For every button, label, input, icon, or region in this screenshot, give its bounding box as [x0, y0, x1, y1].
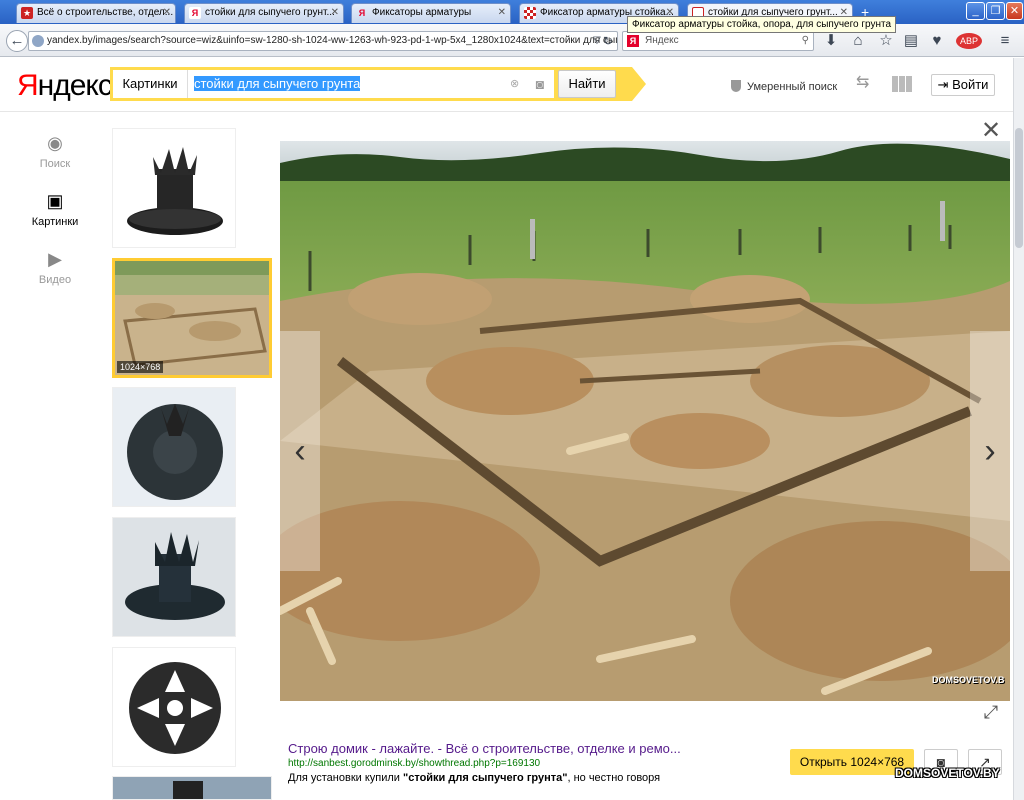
shield-icon: [731, 80, 741, 92]
nav-label: Видео: [38, 274, 72, 286]
snippet-prefix: Для установки купили: [288, 772, 403, 784]
tab-tooltip: Фиксатор арматуры стойка, опора, для сып…: [627, 16, 897, 33]
thumbnail-spacer-stand-2[interactable]: [112, 517, 236, 637]
url-text: yandex.by/images/search?source=wiz&uinfo…: [47, 35, 618, 46]
camera-icon[interactable]: ◙: [528, 70, 552, 98]
browser-search-field[interactable]: Я Яндекс ⚲: [622, 31, 814, 51]
bookmark-star-icon[interactable]: ☆: [875, 30, 897, 52]
image-icon: ▣: [46, 191, 64, 211]
menu-icon[interactable]: ≡: [994, 30, 1016, 52]
site-watermark: DOMSOVETOV.BY: [895, 766, 1000, 780]
yandex-y-icon: Я: [627, 35, 639, 47]
thumbnail-spacer-stand[interactable]: [112, 128, 236, 248]
thumbnail-spacer-disc[interactable]: [112, 387, 236, 507]
logo-first-letter: Я: [17, 69, 39, 102]
browser-tab-3[interactable]: Я Фиксаторы арматуры ✕: [351, 3, 511, 23]
download-icon[interactable]: ⬇: [820, 30, 842, 52]
yandex-header: Яндекс Картинки стойки для сыпучего грун…: [0, 58, 1024, 112]
minimize-icon[interactable]: _: [966, 2, 985, 20]
scrollbar-thumb[interactable]: [1015, 128, 1023, 248]
nav-label: Картинки: [31, 216, 79, 228]
snippet-bold: "стойки для сыпучего грунта": [403, 772, 568, 784]
window-close-icon[interactable]: ✕: [1006, 2, 1023, 20]
logo-rest: ндекс: [37, 69, 113, 102]
maximize-icon[interactable]: ❐: [986, 2, 1005, 20]
thumbnail-spacer-wheel[interactable]: [112, 647, 236, 767]
nav-item-images[interactable]: ▣ Картинки: [0, 190, 110, 228]
tab-label: Фиксаторы арматуры: [372, 7, 472, 18]
caption-url-link[interactable]: http://sanbest.gorodminsk.by/showthread.…: [288, 757, 768, 771]
close-viewer-icon[interactable]: ✕: [980, 119, 1002, 143]
search-input[interactable]: стойки для сыпучего грунта: [188, 70, 554, 98]
grid-view-icon[interactable]: [892, 76, 912, 92]
caption-title-link[interactable]: Строю домик - лажайте. - Всё о строитель…: [288, 740, 768, 757]
service-label[interactable]: Картинки: [113, 70, 188, 98]
filter-icon[interactable]: ⇆: [856, 75, 874, 92]
thumbnail-partial[interactable]: [112, 776, 272, 800]
image-size-badge: 1024×768: [117, 361, 164, 373]
checker-icon: [524, 7, 536, 19]
page-scrollbar[interactable]: [1013, 58, 1024, 800]
fullscreen-icon[interactable]: ⤢: [980, 701, 1002, 723]
main-photo[interactable]: DOMSOVETOV.B ‹ ›: [280, 141, 1010, 701]
photo-watermark: DOMSOVETOV.B: [932, 675, 1005, 685]
reload-icon[interactable]: ↻: [600, 30, 616, 52]
safe-search-toggle[interactable]: Умеренный поиск: [731, 80, 837, 93]
globe-icon: [32, 35, 44, 47]
spacer-wheel-image: [129, 662, 221, 754]
back-arrow-icon[interactable]: ←: [6, 30, 28, 52]
image-viewer: ✕ DOMSOVETOV.B ‹ › ⤢ Строю домик - лажай…: [280, 112, 1010, 800]
thumbnail-foundation-selected[interactable]: 1024×768: [112, 258, 272, 378]
yandex-y-icon: Я: [189, 7, 201, 19]
home-icon[interactable]: ⌂: [847, 30, 869, 52]
browser-tab-2[interactable]: Я стойки для сыпучего грунт... ✕: [184, 3, 344, 23]
login-button[interactable]: ⇥ Войти: [931, 74, 995, 96]
search-form: Картинки стойки для сыпучего грунта ⊗ ◙ …: [110, 67, 646, 101]
tab-close-icon[interactable]: ✕: [163, 4, 171, 22]
nav-item-search[interactable]: ◉ Поиск: [0, 132, 110, 170]
prev-arrow-icon[interactable]: ‹: [280, 331, 320, 571]
video-play-icon: ▶: [48, 249, 62, 269]
partial-thumb-image: [113, 777, 271, 799]
tab-label: Всё о строительстве, отдел...: [37, 7, 174, 18]
search-circle-icon: ◉: [47, 133, 63, 153]
magnifier-icon[interactable]: ⚲: [802, 32, 809, 50]
caption-snippet: Для установки купили "стойки для сыпучег…: [288, 771, 768, 786]
browser-tab-1[interactable]: ★ Всё о строительстве, отдел... ✕: [16, 3, 176, 23]
yandex-y-icon: Я: [358, 8, 366, 18]
clear-icon[interactable]: ⊗: [510, 70, 524, 98]
nav-label: Поиск: [39, 158, 71, 170]
tab-close-icon[interactable]: ✕: [331, 4, 339, 22]
foundation-thumb-image: [115, 261, 269, 375]
safe-search-label: Умеренный поиск: [747, 81, 838, 93]
bookmarks-list-icon[interactable]: ▤: [900, 30, 922, 52]
yandex-logo[interactable]: Яндекс: [17, 69, 113, 103]
login-arrow-icon: ⇥: [937, 77, 953, 92]
red-star-icon: ★: [21, 7, 33, 19]
adblock-icon[interactable]: ABP: [956, 33, 982, 49]
search-query-text: стойки для сыпучего грунта: [194, 76, 361, 91]
spacer-stand-image: [127, 147, 223, 235]
find-button[interactable]: Найти: [558, 70, 616, 98]
tab-label: стойки для сыпучего грунт...: [205, 7, 335, 18]
extension-icon[interactable]: ♥: [926, 30, 948, 52]
login-label: Войти: [952, 77, 989, 92]
tab-close-icon[interactable]: ✕: [498, 4, 506, 22]
url-bar[interactable]: yandex.by/images/search?source=wiz&uinfo…: [28, 31, 618, 51]
spacer-stand-2-image: [113, 518, 235, 636]
image-caption: Строю домик - лажайте. - Всё о строитель…: [288, 740, 768, 786]
spacer-disc-image: [113, 388, 235, 506]
snippet-suffix: , но честно говоря: [567, 772, 661, 784]
foundation-photo-image: [280, 141, 1010, 701]
next-arrow-icon[interactable]: ›: [970, 331, 1010, 571]
left-service-nav: ◉ Поиск ▣ Картинки ▶ Видео: [0, 112, 110, 800]
nav-item-video[interactable]: ▶ Видео: [0, 248, 110, 286]
search-placeholder: Яндекс: [645, 35, 679, 46]
